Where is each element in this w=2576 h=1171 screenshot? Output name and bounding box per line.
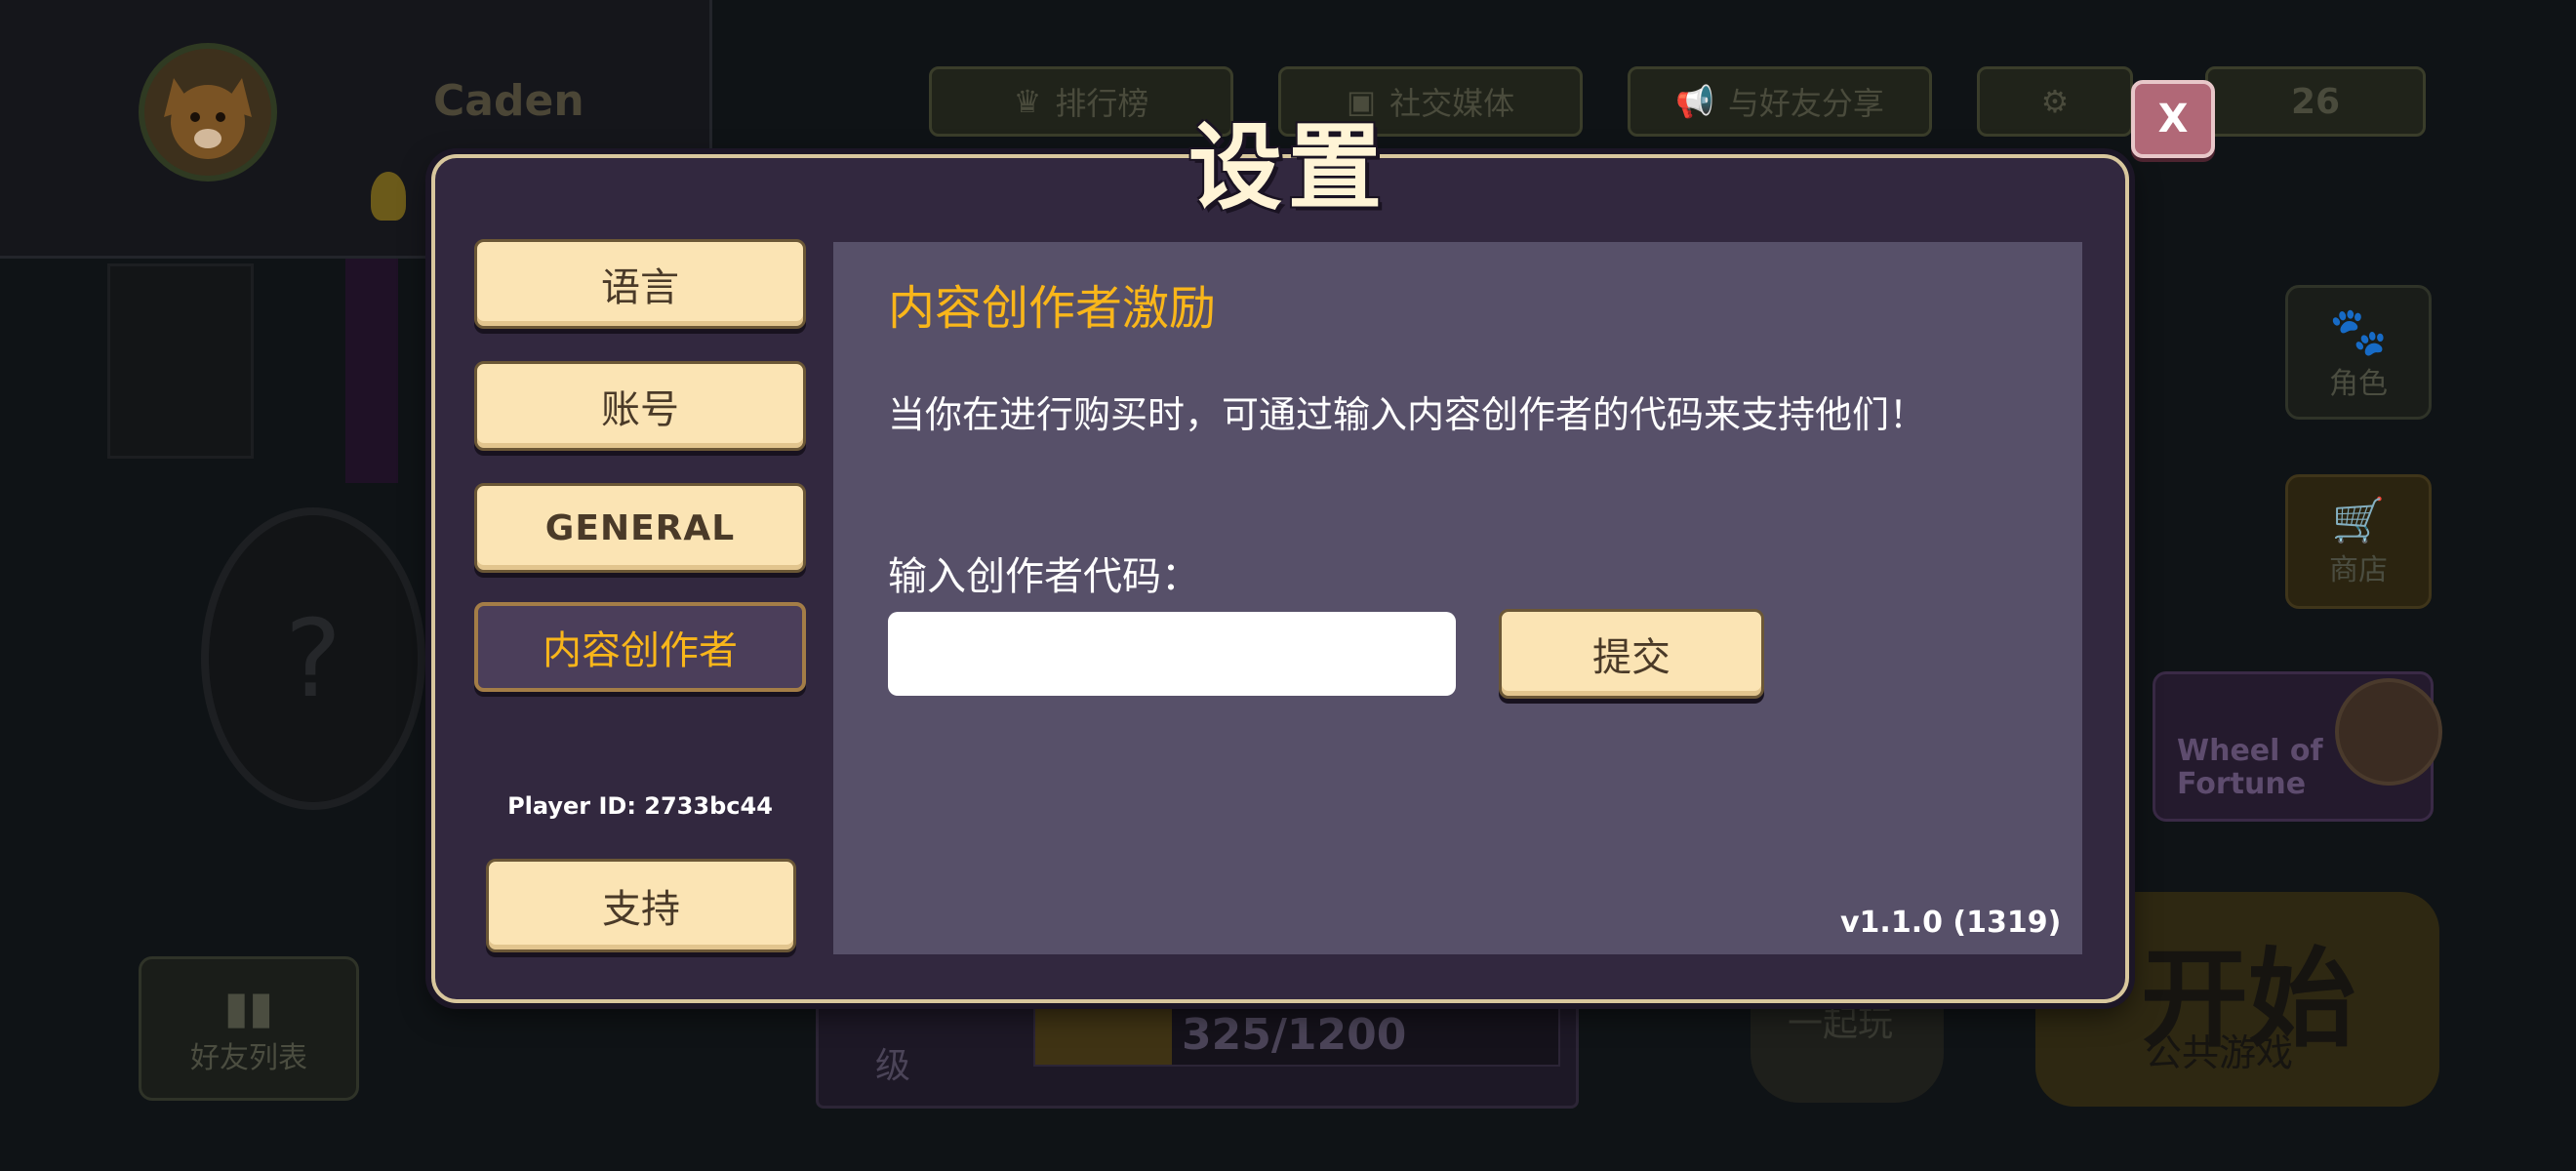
curtain (345, 259, 398, 483)
avatar[interactable] (139, 43, 277, 182)
wheel-of-fortune-button[interactable]: Wheel of Fortune (2153, 671, 2442, 822)
character-label: 角色 (2329, 366, 2388, 401)
menu-item-general-label: GENERAL (544, 507, 736, 548)
start-sub-label: 公共游戏 (2145, 1031, 2294, 1074)
panel-heading: 内容创作者激励 (888, 281, 1217, 336)
friends-icon: ▮▮ (223, 981, 274, 1033)
menu-item-content-creator-label: 内容创作者 (543, 628, 738, 673)
gear-icon: ⚙ (2040, 83, 2070, 120)
menu-item-content-creator[interactable]: 内容创作者 (474, 602, 806, 692)
support-button[interactable]: 支持 (486, 859, 796, 952)
cart-icon: 🛒 (2331, 496, 2386, 545)
shop-label: 商店 (2329, 553, 2388, 587)
mystery-character: ? (201, 507, 425, 810)
creator-code-input[interactable] (888, 612, 1456, 696)
trophy-icon: ♛ (1013, 83, 1042, 120)
close-button[interactable]: X (2131, 80, 2215, 158)
menu-item-account-label: 账号 (601, 387, 679, 432)
level-bar: 级 325/1200 (816, 986, 1579, 1109)
menu-item-general[interactable]: GENERAL (474, 483, 806, 573)
level-label: 级 (875, 1046, 911, 1086)
submit-button[interactable]: 提交 (1499, 609, 1764, 699)
modal-title: 设置 (1188, 113, 1388, 222)
shop-button[interactable]: 🛒 商店 (2285, 474, 2432, 609)
menu-item-language-label: 语言 (601, 265, 679, 310)
megaphone-icon: 📢 (1675, 83, 1714, 120)
lightbulb-icon (371, 172, 406, 221)
panel-description: 当你在进行购买时，可通过输入内容创作者的代码来支持他们！ (888, 393, 1927, 436)
xp-text: 325/1200 (1182, 1010, 1407, 1060)
close-icon: X (2157, 97, 2189, 141)
submit-label: 提交 (1592, 635, 1670, 680)
settings-button[interactable]: ⚙ (1977, 66, 2133, 137)
creator-code-label: 输入创作者代码： (888, 554, 1200, 599)
fox-avatar-icon (164, 78, 252, 159)
share-friends-button[interactable]: 📢 与好友分享 (1628, 66, 1932, 137)
friends-list-button[interactable]: ▮▮ 好友列表 (139, 956, 359, 1101)
left-portrait (107, 263, 254, 459)
wheel-icon (2335, 678, 2442, 786)
menu-item-language[interactable]: 语言 (474, 239, 806, 329)
player-id: Player ID: 2733bc44 (507, 792, 773, 820)
share-friends-label: 与好友分享 (1727, 85, 1884, 122)
coin-counter: 26 (2205, 66, 2426, 137)
character-button[interactable]: 🐾 角色 (2285, 285, 2432, 420)
paw-icon: 🐾 (2329, 303, 2388, 359)
coin-count: 26 (2290, 81, 2341, 122)
wheel-label: Wheel of Fortune (2177, 734, 2323, 801)
player-name: Caden (433, 76, 584, 126)
version-label: v1.1.0 (1319) (1840, 906, 2062, 940)
xp-progress (1035, 1002, 1172, 1065)
support-label: 支持 (602, 887, 680, 932)
menu-item-account[interactable]: 账号 (474, 361, 806, 451)
friends-list-label: 好友列表 (190, 1041, 307, 1075)
xp-fill: 325/1200 (1033, 1000, 1560, 1067)
